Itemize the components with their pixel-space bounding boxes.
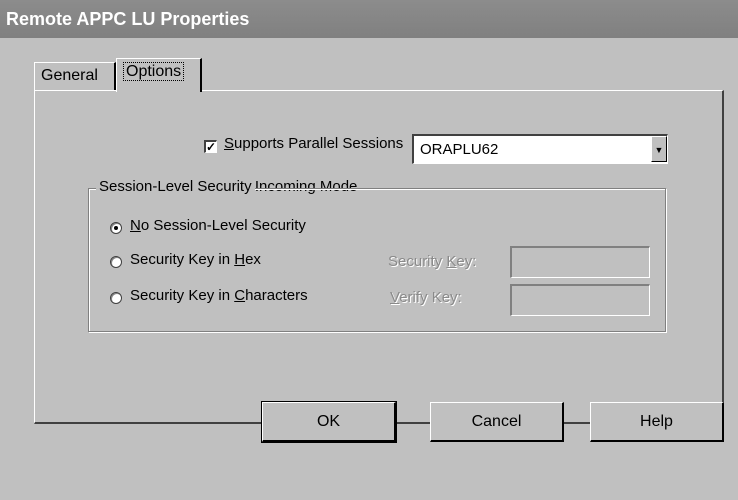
radio-no-security-label[interactable]: No Session-Level Security: [130, 217, 306, 234]
implicit-mode-select[interactable]: ORAPLU62 ▼: [412, 134, 668, 164]
radio-security-hex[interactable]: [110, 256, 122, 268]
radio-no-security[interactable]: [110, 222, 122, 234]
chevron-down-icon[interactable]: ▼: [651, 136, 667, 162]
radio-security-characters-label[interactable]: Security Key in Characters: [130, 287, 308, 304]
security-key-input[interactable]: [510, 246, 650, 278]
ok-button[interactable]: OK: [261, 401, 397, 443]
parallel-sessions-label[interactable]: Supports Parallel Sessions: [224, 135, 403, 152]
implicit-mode-value: ORAPLU62: [420, 141, 499, 158]
radio-security-hex-label[interactable]: Security Key in Hex: [130, 251, 261, 268]
cancel-button[interactable]: Cancel: [430, 402, 564, 442]
help-button[interactable]: Help: [590, 402, 724, 442]
security-key-label: Security Key:: [388, 253, 477, 270]
window-title: Remote APPC LU Properties: [6, 9, 250, 29]
dialog-client: General Options ✓ Supports Parallel Sess…: [0, 38, 738, 500]
panel-content: ✓ Supports Parallel Sessions Implicit In…: [0, 38, 738, 500]
verify-key-input[interactable]: [510, 284, 650, 316]
security-group-title: Session-Level Security: [96, 178, 255, 195]
title-bar: Remote APPC LU Properties: [0, 0, 738, 38]
parallel-sessions-checkbox[interactable]: ✓: [204, 140, 217, 153]
radio-security-characters[interactable]: [110, 292, 122, 304]
verify-key-label: Verify Key:: [390, 289, 462, 306]
